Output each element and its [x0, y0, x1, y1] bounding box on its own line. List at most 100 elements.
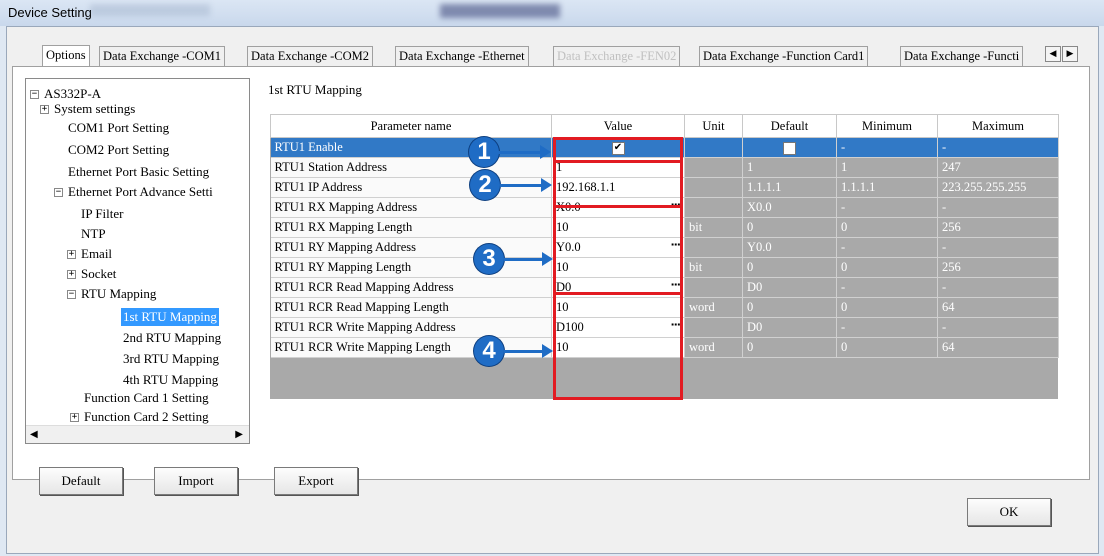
column-header[interactable]: Maximum	[937, 114, 1059, 138]
column-header[interactable]: Parameter name	[270, 114, 552, 138]
unit-cell	[684, 157, 743, 178]
min-cell: 0	[836, 337, 938, 358]
unit-cell	[684, 197, 743, 218]
callout-badge-4: 4	[474, 336, 504, 366]
highlight-box-2	[553, 160, 683, 208]
tree-node-label: Socket	[81, 266, 117, 281]
max-cell: -	[937, 317, 1059, 338]
import-button[interactable]: Import	[154, 467, 238, 495]
unit-cell	[684, 177, 743, 198]
max-cell: 64	[937, 337, 1059, 358]
default-cell: 1	[742, 157, 837, 178]
callout-badge-1: 1	[469, 137, 499, 167]
collapse-icon[interactable]: −	[54, 188, 63, 197]
unit-cell	[684, 317, 743, 338]
tree-node-label: Function Card 2 Setting	[84, 409, 209, 424]
tree-node-label: RTU Mapping	[81, 286, 157, 301]
callout-arrow	[504, 350, 544, 353]
default-button[interactable]: Default	[39, 467, 123, 495]
settings-tree[interactable]: − AS332P-A + System settings COM1 Port S…	[25, 78, 250, 444]
max-cell: -	[937, 277, 1059, 298]
arrow-icon	[542, 252, 553, 266]
arrow-icon	[541, 178, 552, 192]
default-cell: 0	[742, 297, 837, 318]
export-button[interactable]: Export	[274, 467, 358, 495]
tab-scroll-right-icon[interactable]: ▶	[1062, 46, 1078, 62]
min-cell: 0	[836, 217, 938, 238]
title-bar: Device Setting	[0, 0, 1104, 26]
parameter-name: RTU1 RX Mapping Length	[270, 217, 552, 238]
column-header[interactable]: Minimum	[836, 114, 938, 138]
min-cell: 0	[836, 257, 938, 278]
collapse-icon[interactable]: −	[30, 90, 39, 99]
tree-node-label: System settings	[54, 101, 136, 116]
tree-node-ethernet-basic[interactable]: Ethernet Port Basic Setting	[68, 163, 209, 181]
unit-cell: bit	[684, 257, 743, 278]
column-header[interactable]: Default	[742, 114, 837, 138]
expand-icon[interactable]: +	[67, 250, 76, 259]
expand-icon[interactable]: +	[70, 413, 79, 422]
unit-cell	[684, 277, 743, 298]
default-cell: 0	[742, 337, 837, 358]
tree-node-function-card1[interactable]: Function Card 1 Setting	[84, 389, 209, 407]
tab-data-exchange-function-card1[interactable]: Data Exchange -Function Card1	[699, 46, 869, 66]
parameter-name: RTU1 RCR Read Mapping Length	[270, 297, 552, 318]
min-cell: -	[836, 197, 938, 218]
max-cell: -	[937, 237, 1059, 258]
highlight-box-3	[553, 205, 683, 295]
tab-scroll-left-icon[interactable]: ◀	[1045, 46, 1061, 62]
parameter-name: RTU1 RCR Write Mapping Length	[270, 337, 552, 358]
parameter-name: RTU1 RCR Read Mapping Address	[270, 277, 552, 298]
blurred-region	[440, 4, 560, 18]
tree-node-3rd-rtu-mapping[interactable]: 3rd RTU Mapping	[123, 350, 219, 368]
default-cell: Y0.0	[742, 237, 837, 258]
tree-node-com1-port[interactable]: COM1 Port Setting	[68, 119, 169, 137]
expand-icon[interactable]: +	[40, 105, 49, 114]
column-header[interactable]: Unit	[684, 114, 743, 138]
blurred-region	[90, 4, 210, 16]
tree-node-2nd-rtu-mapping[interactable]: 2nd RTU Mapping	[123, 329, 221, 347]
min-cell: 1	[836, 157, 938, 178]
unit-cell	[684, 137, 743, 158]
default-checkbox	[783, 141, 796, 155]
tab-data-exchange-ethernet[interactable]: Data Exchange -Ethernet	[395, 46, 529, 66]
tree-horizontal-scrollbar[interactable]: ◀ ▶	[26, 425, 249, 443]
window-title: Device Setting	[8, 5, 92, 20]
parameter-name: RTU1 IP Address	[270, 177, 552, 198]
arrow-icon	[540, 145, 551, 159]
default-cell: 1.1.1.1	[742, 177, 837, 198]
callout-badge-2: 2	[470, 170, 500, 200]
tree-node-com2-port[interactable]: COM2 Port Setting	[68, 141, 169, 159]
callout-arrow	[497, 151, 542, 154]
max-cell: -	[937, 137, 1059, 158]
max-cell: 256	[937, 217, 1059, 238]
max-cell: 256	[937, 257, 1059, 278]
collapse-icon[interactable]: −	[67, 290, 76, 299]
unit-cell	[684, 237, 743, 258]
section-title: 1st RTU Mapping	[268, 82, 362, 97]
tree-node-4th-rtu-mapping[interactable]: 4th RTU Mapping	[123, 371, 218, 389]
tab-options[interactable]: Options	[42, 45, 90, 67]
tab-data-exchange-fen02: Data Exchange -FEN02	[553, 46, 681, 66]
tree-node-ip-filter[interactable]: IP Filter	[81, 205, 124, 223]
tab-strip: Options Data Exchange -COM1 Data Exchang…	[42, 45, 1092, 67]
unit-cell: word	[684, 337, 743, 358]
callout-arrow	[504, 258, 544, 261]
tab-data-exchange-com1[interactable]: Data Exchange -COM1	[99, 46, 226, 66]
column-header[interactable]: Value	[551, 114, 685, 138]
scroll-left-icon[interactable]: ◀	[30, 429, 38, 440]
ok-button[interactable]: OK	[967, 498, 1051, 526]
min-cell: -	[836, 317, 938, 338]
tree-node-1st-rtu-mapping[interactable]: 1st RTU Mapping	[121, 308, 219, 326]
arrow-icon	[542, 344, 553, 358]
tab-data-exchange-com2[interactable]: Data Exchange -COM2	[247, 46, 374, 66]
parameter-name: RTU1 Station Address	[270, 157, 552, 178]
scroll-right-icon[interactable]: ▶	[235, 429, 243, 440]
tab-data-exchange-function-card2[interactable]: Data Exchange -Functi	[900, 46, 1024, 66]
min-cell: -	[836, 237, 938, 258]
parameter-name: RTU1 RY Mapping Address	[270, 237, 552, 258]
highlight-box-4	[553, 292, 683, 400]
grid-header-row: Parameter name Value Unit Default Minimu…	[270, 114, 1059, 138]
tree-node-ntp[interactable]: NTP	[81, 225, 106, 243]
expand-icon[interactable]: +	[67, 270, 76, 279]
